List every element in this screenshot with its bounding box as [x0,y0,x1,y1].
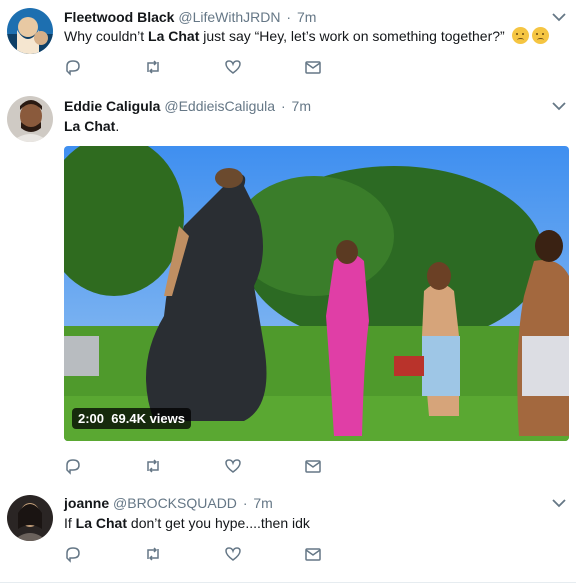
timestamp[interactable]: 7m [292,98,311,114]
message-icon[interactable] [304,457,324,475]
chevron-down-icon[interactable] [552,498,566,508]
message-icon[interactable] [304,58,324,76]
tweet-actions [64,58,364,76]
retweet-icon[interactable] [144,457,164,475]
confused-face-icon [531,27,549,44]
tweet-text-part: Why couldn’t [64,28,149,44]
separator: · [242,495,248,511]
display-name[interactable]: joanne [64,495,109,511]
separator: · [280,98,286,114]
confused-face-icon [511,27,529,44]
retweet-icon[interactable] [144,58,164,76]
retweet-icon[interactable] [144,545,164,563]
tweet-text-highlight: La Chat [148,28,200,44]
tweet-3[interactable]: joanne @BROCKSQUADD · 7m If La Chat don’… [0,483,576,583]
like-icon[interactable] [224,545,244,563]
tweet-header: Eddie Caligula @EddieisCaligula · 7m [64,97,311,115]
like-icon[interactable] [224,58,244,76]
tweet-text-highlight: La Chat [64,118,116,134]
tweet-text-highlight: La Chat [75,515,128,531]
avatar[interactable] [7,8,53,54]
chevron-down-icon[interactable] [552,12,566,22]
user-handle[interactable]: @LifeWithJRDN [178,9,280,25]
tweet-actions [64,457,364,475]
tweet-1[interactable]: Fleetwood Black @LifeWithJRDN · 7m Why c… [0,0,576,87]
like-icon[interactable] [224,457,244,475]
chevron-down-icon[interactable] [552,101,566,111]
display-name[interactable]: Fleetwood Black [64,9,174,25]
tweet-text: Why couldn’t La Chat just say “Hey, let’… [64,27,549,45]
reply-icon[interactable] [64,58,84,76]
timestamp[interactable]: 7m [297,9,316,25]
tweet-header: Fleetwood Black @LifeWithJRDN · 7m [64,8,316,26]
tweet-text-part: don’t get you hype....then idk [127,515,310,531]
tweet-text-part: If [64,515,76,531]
tweet-2[interactable]: Eddie Caligula @EddieisCaligula · 7m La … [0,86,576,484]
reply-icon[interactable] [64,457,84,475]
tweet-text-part: . [115,118,120,134]
avatar[interactable] [7,495,53,541]
user-handle[interactable]: @BROCKSQUADD [113,495,237,511]
video-thumbnail [64,146,569,441]
tweet-text: If La Chat don’t get you hype....then id… [64,514,310,532]
avatar[interactable] [7,96,53,142]
tweet-text: La Chat. [64,117,119,135]
user-handle[interactable]: @EddieisCaligula [164,98,275,114]
video-player[interactable]: 2:00 69.4K views [64,146,569,441]
video-duration: 2:00 [78,411,105,426]
display-name[interactable]: Eddie Caligula [64,98,160,114]
video-views: 69.4K views [111,411,185,426]
tweet-text-part: just say “Hey, let’s work on something t… [199,28,505,44]
video-stats-badge: 2:00 69.4K views [72,408,191,429]
tweet-actions [64,545,364,563]
timestamp[interactable]: 7m [253,495,272,511]
reply-icon[interactable] [64,545,84,563]
message-icon[interactable] [304,545,324,563]
tweet-header: joanne @BROCKSQUADD · 7m [64,494,273,512]
separator: · [286,9,292,25]
